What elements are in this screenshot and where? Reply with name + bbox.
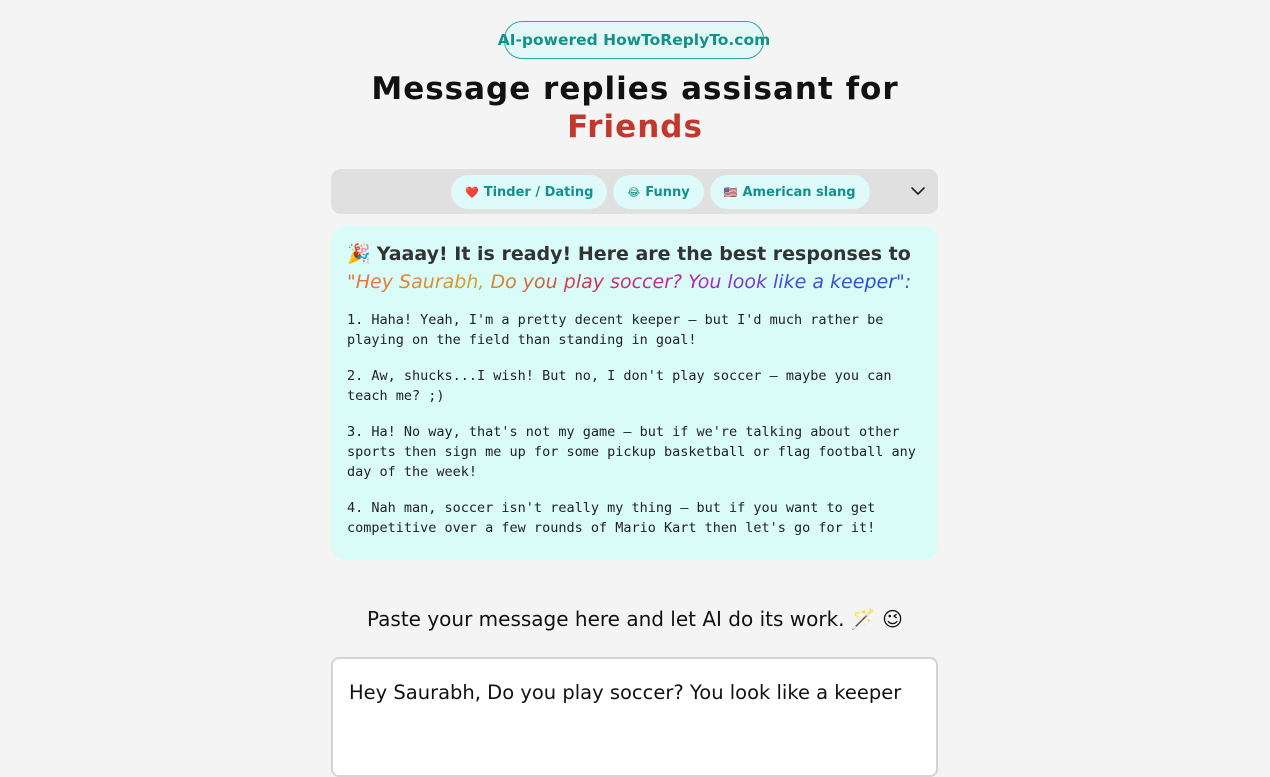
party-popper-icon: 🎉 — [347, 243, 371, 265]
page: AI-powered HowToReplyTo.com Message repl… — [0, 0, 1270, 777]
result-lead-text: Yaaay! It is ready! Here are the best re… — [376, 243, 911, 265]
tag-chip-label: Funny — [645, 184, 690, 200]
tag-bar: ❤️ Tinder / Dating 😂 Funny 🇺🇸 American s… — [331, 169, 938, 214]
page-title-line1: Message replies assisant for — [371, 71, 899, 107]
tag-chip-label: Tinder / Dating — [483, 184, 594, 200]
response-list: 1. Haha! Yeah, I'm a pretty decent keepe… — [347, 310, 922, 538]
message-input[interactable]: Hey Saurabh, Do you play soccer? You loo… — [331, 657, 938, 777]
tag-chip-label: American slang — [742, 184, 856, 200]
response-item[interactable]: 1. Haha! Yeah, I'm a pretty decent keepe… — [347, 310, 922, 350]
heart-icon: ❤️ — [465, 185, 479, 199]
instruction-text: Paste your message here and let AI do it… — [366, 607, 903, 631]
result-heading: 🎉 Yaaay! It is ready! Here are the best … — [347, 240, 922, 296]
tag-chip-tinder-dating[interactable]: ❤️ Tinder / Dating — [451, 175, 608, 209]
us-flag-icon: 🇺🇸 — [723, 185, 738, 199]
response-item[interactable]: 4. Nah man, soccer isn't really my thing… — [347, 498, 922, 538]
quoted-message: "Hey Saurabh, Do you play soccer? You lo… — [347, 271, 912, 293]
response-item[interactable]: 2. Aw, shucks...I wish! But no, I don't … — [347, 366, 922, 406]
tag-chips: ❤️ Tinder / Dating 😂 Funny 🇺🇸 American s… — [451, 175, 870, 209]
page-title-audience: Friends — [567, 109, 703, 145]
chevron-down-icon[interactable] — [908, 181, 928, 201]
laughing-face-icon: 😂 — [627, 185, 641, 199]
response-item[interactable]: 3. Ha! No way, that's not my game – but … — [347, 422, 922, 482]
tag-chip-american-slang[interactable]: 🇺🇸 American slang — [709, 175, 870, 209]
brand-badge[interactable]: AI-powered HowToReplyTo.com — [498, 21, 770, 59]
result-panel: 🎉 Yaaay! It is ready! Here are the best … — [331, 226, 938, 560]
tag-chip-funny[interactable]: 😂 Funny — [613, 175, 704, 209]
page-title: Message replies assisant for Friends — [0, 70, 1270, 146]
